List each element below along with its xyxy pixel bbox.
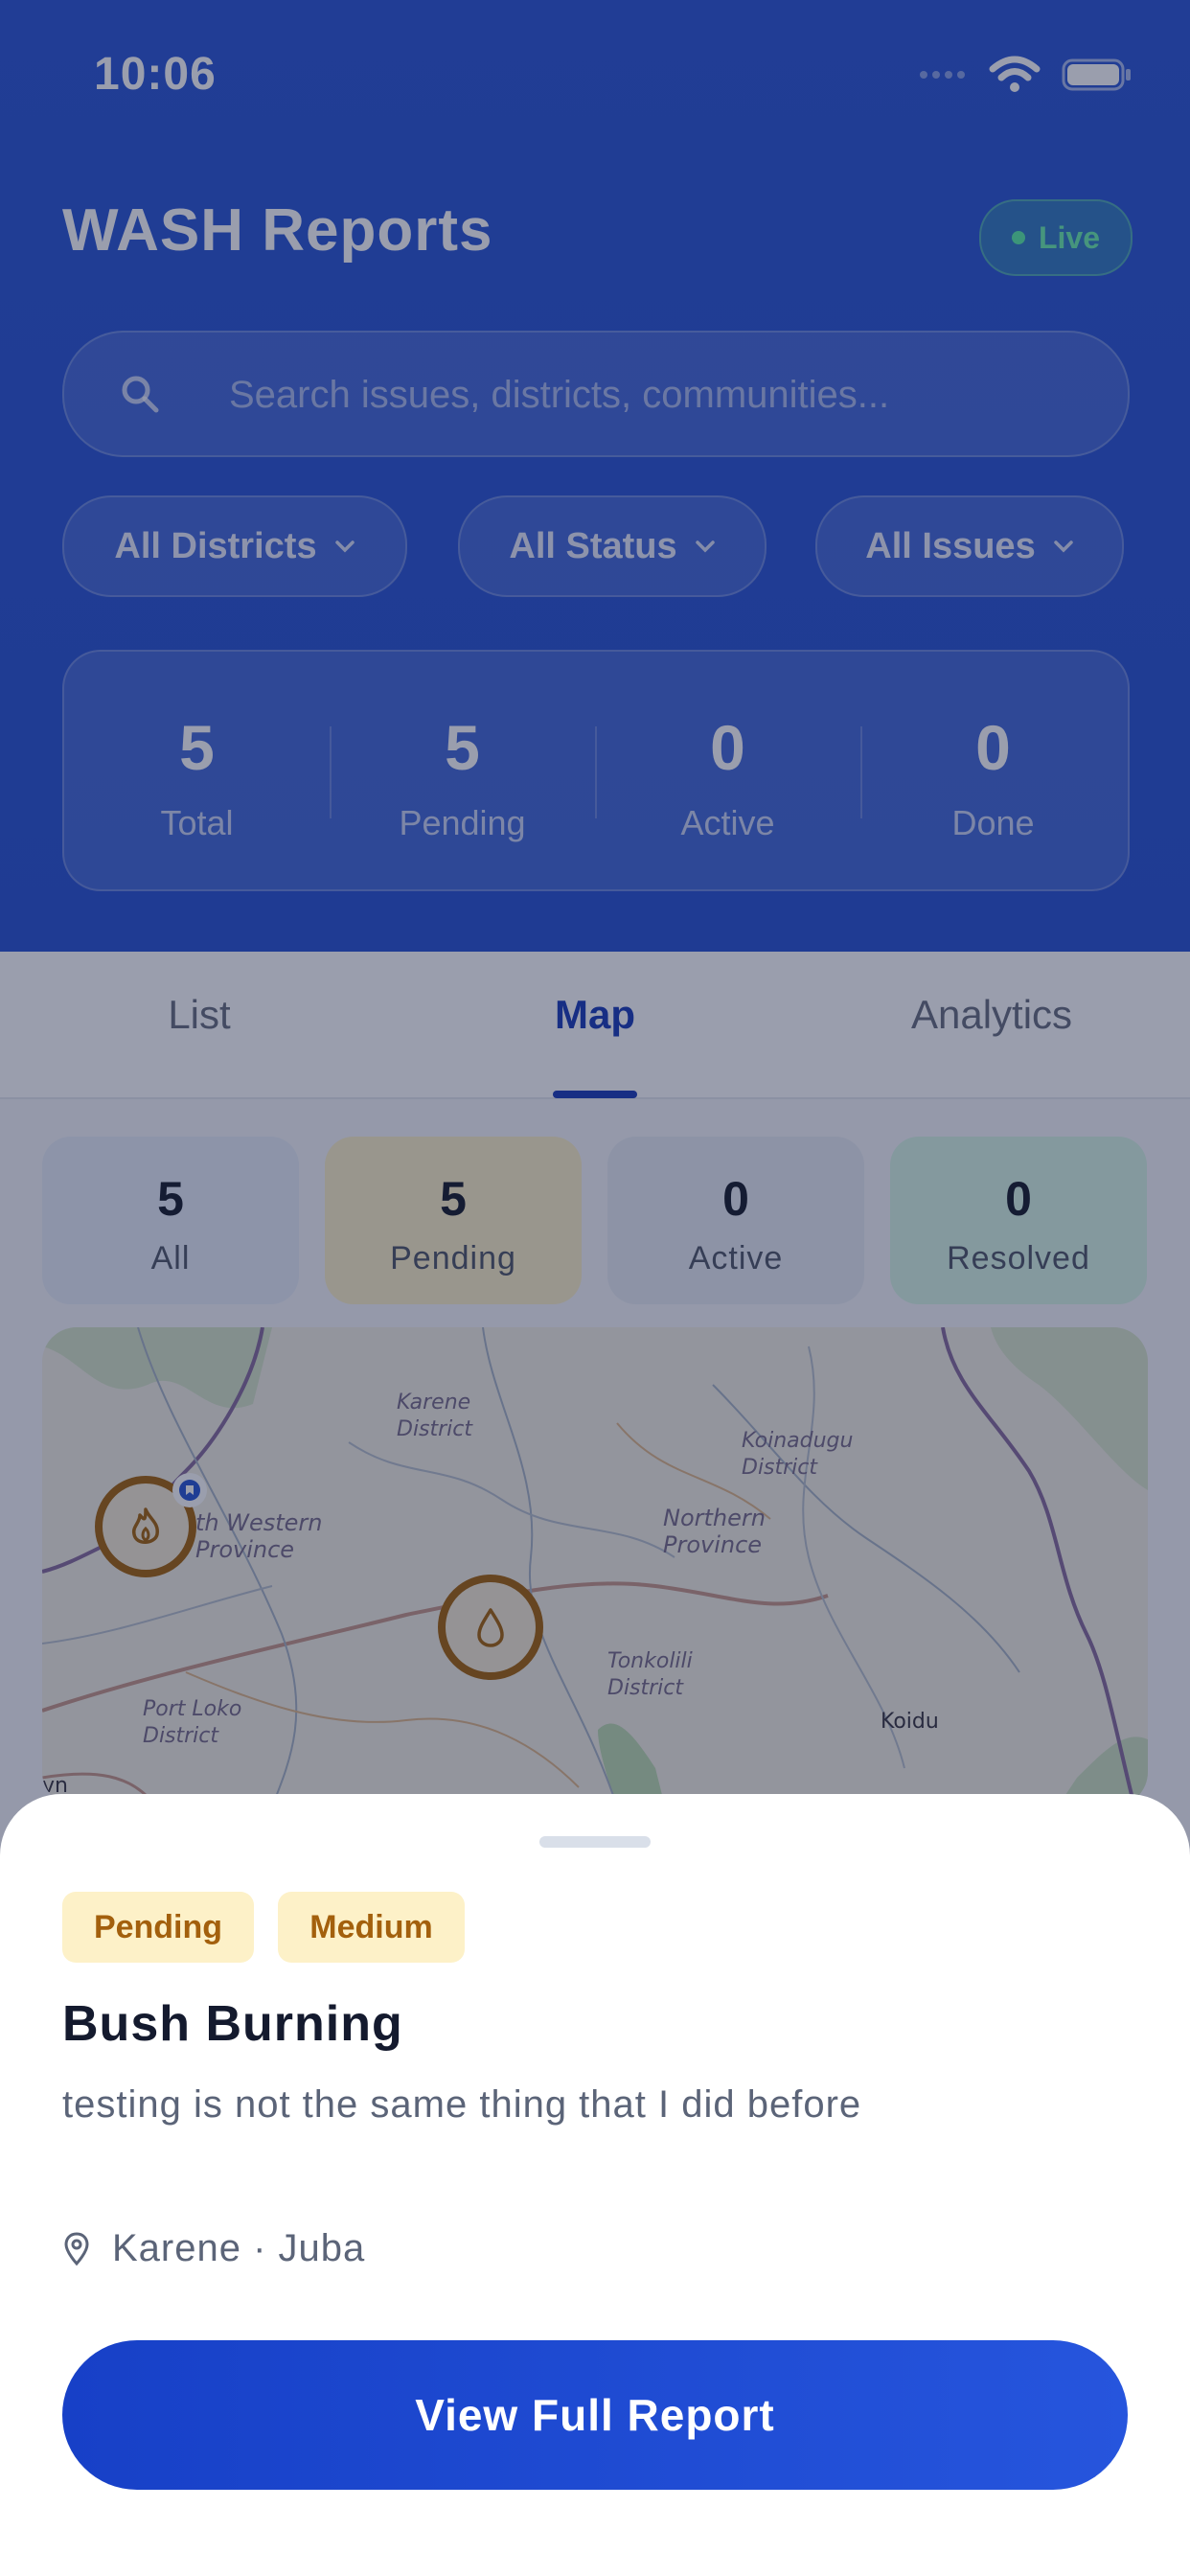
- report-description: testing is not the same thing that I did…: [62, 2083, 862, 2126]
- view-full-report-button[interactable]: View Full Report: [62, 2340, 1128, 2490]
- status-badge: Pending: [62, 1892, 254, 1963]
- location-text: Karene · Juba: [112, 2227, 366, 2269]
- report-title: Bush Burning: [62, 1996, 403, 2052]
- sheet-drag-handle[interactable]: [539, 1836, 651, 1848]
- priority-badge: Medium: [278, 1892, 465, 1963]
- report-location: Karene · Juba: [62, 2227, 365, 2270]
- location-pin-icon: [64, 2231, 89, 2266]
- report-bottom-sheet: Pending Medium Bush Burning testing is n…: [0, 1794, 1190, 2576]
